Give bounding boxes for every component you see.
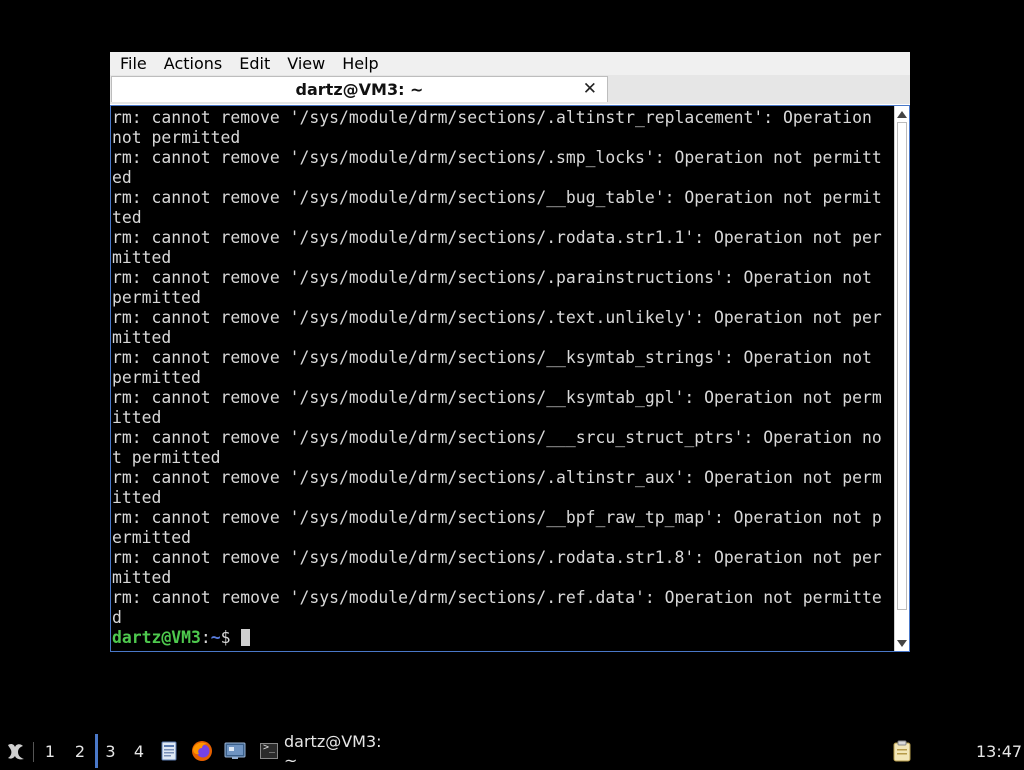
terminal-window: File Actions Edit View Help dartz@VM3: ~… [110,52,910,652]
menu-edit[interactable]: Edit [230,53,278,75]
text-cursor [241,629,251,646]
close-icon[interactable]: ✕ [583,79,597,99]
clipboard-icon[interactable] [890,734,914,768]
terminal-text: rm: cannot remove '/sys/module/drm/secti… [112,108,894,648]
prompt-separator: : [200,628,211,647]
terminal-line: itted [112,488,162,507]
workspace-label: 4 [133,741,145,761]
prompt-symbol: $ [220,628,241,647]
terminal-line: rm: cannot remove '/sys/module/drm/secti… [112,308,882,327]
workspace-label: 2 [74,741,86,761]
clock[interactable]: 13:47 [976,734,1022,768]
firefox-icon[interactable] [190,734,214,768]
scroll-thumb[interactable] [897,122,907,610]
terminal-output[interactable]: rm: cannot remove '/sys/module/drm/secti… [110,105,910,652]
menu-actions[interactable]: Actions [155,53,230,75]
terminal-line: rm: cannot remove '/sys/module/drm/secti… [112,428,882,447]
tab-bar: dartz@VM3: ~ ✕ [110,75,910,104]
terminal-icon: >_ [260,742,278,759]
terminal-line: rm: cannot remove '/sys/module/drm/secti… [112,188,882,207]
scroll-up-icon[interactable] [897,111,907,118]
scroll-down-icon[interactable] [897,640,907,647]
terminal-line: rm: cannot remove '/sys/module/drm/secti… [112,548,882,567]
tab-title: dartz@VM3: ~ [295,80,424,99]
workspace-1[interactable]: 1 [36,734,64,768]
network-settings-icon[interactable] [223,734,247,768]
terminal-line: rm: cannot remove '/sys/module/drm/secti… [112,228,882,247]
terminal-line: rm: cannot remove '/sys/module/drm/secti… [112,468,882,487]
task-terminal[interactable]: >_ dartz@VM3: ~ [260,732,400,770]
workspace-2[interactable]: 2 [66,734,94,768]
terminal-line: rm: cannot remove '/sys/module/drm/secti… [112,268,872,287]
terminal-line: mitted [112,568,172,587]
terminal-line: rm: cannot remove '/sys/module/drm/secti… [112,348,872,367]
start-menu-icon[interactable] [3,734,29,768]
terminal-line: rm: cannot remove '/sys/module/drm/secti… [112,148,882,167]
terminal-line: d [112,608,122,627]
taskbar-separator [33,742,34,762]
terminal-line: mitted [112,328,172,347]
workspace-label: 3 [105,741,116,761]
task-label: dartz@VM3: ~ [284,732,382,770]
terminal-line: rm: cannot remove '/sys/module/drm/secti… [112,508,882,527]
terminal-line: itted [112,408,162,427]
prompt-icon: >_ [263,742,276,753]
workspace-3[interactable]: 3 [95,734,123,768]
prompt-path: ~ [210,628,221,647]
terminal-line: mitted [112,248,172,267]
terminal-line: permitted [112,288,201,307]
prompt-line: dartz@VM3:~$ [112,628,894,648]
menu-help[interactable]: Help [333,53,386,75]
terminal-line: rm: cannot remove '/sys/module/drm/secti… [112,388,882,407]
menu-view[interactable]: View [278,53,333,75]
menu-file[interactable]: File [110,53,155,75]
terminal-line: not permitted [112,128,241,147]
taskbar: 1 2 3 4 >_ dartz@VM3: ~ 13:47 [0,732,1024,770]
terminal-scrollbar[interactable] [894,106,909,651]
terminal-line: t permitted [112,448,221,467]
menu-bar: File Actions Edit View Help [110,52,910,75]
terminal-line: permitted [112,368,201,387]
prompt-user: dartz@VM3 [112,628,201,647]
workspace-4[interactable]: 4 [125,734,153,768]
workspace-label: 1 [44,741,56,761]
file-manager-icon[interactable] [158,734,180,768]
tab-terminal[interactable]: dartz@VM3: ~ ✕ [111,76,608,102]
terminal-line: rm: cannot remove '/sys/module/drm/secti… [112,588,882,607]
terminal-line: ed [112,168,132,187]
terminal-line: ted [112,208,142,227]
terminal-line: rm: cannot remove '/sys/module/drm/secti… [112,108,872,127]
terminal-line: ermitted [112,528,191,547]
